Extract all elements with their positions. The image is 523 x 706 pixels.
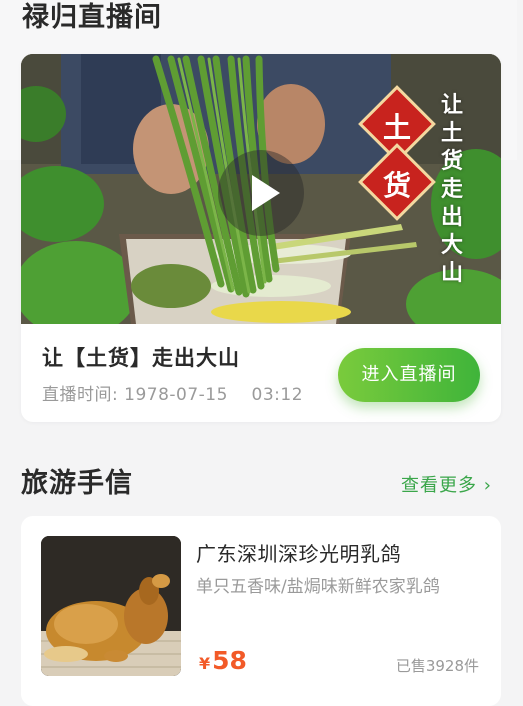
price-value: 58 <box>212 646 247 675</box>
sold-count: 已售3928件 <box>395 657 479 675</box>
live-time-value: 1978-07-15 03:12 <box>124 385 304 405</box>
play-button[interactable] <box>218 150 304 236</box>
product-price: ¥58 <box>199 646 247 675</box>
product-name[interactable]: 广东深圳深珍光明乳鸽 <box>196 538 401 567</box>
live-video-cover[interactable]: 土 货 让土货走出大山 <box>21 54 501 324</box>
right-edge <box>517 0 523 693</box>
live-time: 直播时间: 1978-07-15 03:12 <box>42 380 303 405</box>
product-description: 单只五香味/盐焗味新鲜农家乳鸽 <box>196 577 440 597</box>
travel-section-title: 旅游手信 <box>21 468 133 499</box>
enter-live-button[interactable]: 进入直播间 <box>338 348 480 402</box>
play-icon <box>252 175 280 211</box>
video-slogan: 让土货走出大山 <box>441 93 464 286</box>
roast-pigeon-image <box>41 536 181 676</box>
product-image[interactable] <box>41 536 181 676</box>
live-card-title: 让【土货】走出大山 <box>42 346 240 370</box>
live-section-title: 禄归直播间 <box>22 2 162 33</box>
badge-bottom-text: 货 <box>383 169 412 202</box>
product-card[interactable]: 广东深圳深珍光明乳鸽 单只五香味/盐焗味新鲜农家乳鸽 ¥58 已售3928件 <box>21 516 501 706</box>
price-currency: ¥ <box>199 654 211 673</box>
live-time-label: 直播时间: <box>42 385 119 405</box>
live-card[interactable]: 土 货 让土货走出大山 让【土货】走出大山 直播时间: 1978-07-15 0… <box>21 54 501 422</box>
view-more-link[interactable]: 查看更多 › <box>401 471 492 497</box>
badge-top-text: 土 <box>383 111 412 144</box>
